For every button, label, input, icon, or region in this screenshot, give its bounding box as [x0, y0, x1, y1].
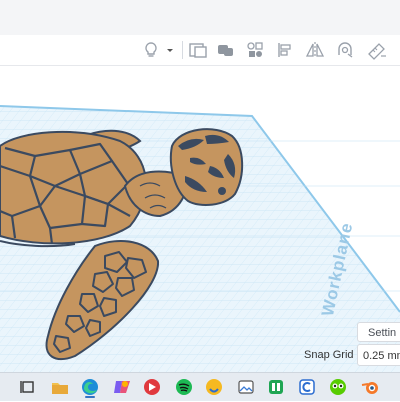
file-explorer-icon[interactable]	[50, 377, 70, 397]
snap-grid-label: Snap Grid	[304, 349, 354, 361]
snap-grid-select[interactable]: 0.25 mm	[357, 344, 400, 366]
align-icon[interactable]	[274, 40, 296, 60]
mirror-icon[interactable]	[304, 40, 326, 60]
spotify-icon[interactable]	[174, 377, 194, 397]
app-c-icon[interactable]	[297, 377, 317, 397]
app-green-icon[interactable]	[266, 377, 286, 397]
app-photos-icon[interactable]	[236, 377, 256, 397]
copilot-icon[interactable]	[112, 377, 132, 397]
editor-toolbar	[0, 35, 400, 66]
group-icon[interactable]	[215, 40, 237, 60]
windows-taskbar	[0, 372, 400, 401]
cruise-icon[interactable]	[334, 40, 356, 60]
note-icon[interactable]	[187, 40, 209, 60]
ruler-icon[interactable]	[366, 40, 388, 60]
ungroup-icon[interactable]	[244, 40, 266, 60]
active-indicator	[85, 396, 95, 398]
app-duo-icon[interactable]	[328, 377, 348, 397]
app-red-icon[interactable]	[142, 377, 162, 397]
blender-icon[interactable]	[360, 377, 380, 397]
lightbulb-icon[interactable]	[140, 40, 162, 60]
settings-button[interactable]: Settin	[357, 322, 400, 342]
workplane-viewport[interactable]: Workplane	[0, 66, 400, 372]
dropdown-icon[interactable]	[163, 40, 177, 60]
task-view-icon[interactable]	[18, 377, 38, 397]
toolbar-divider	[182, 41, 183, 59]
edge-icon[interactable]	[80, 377, 100, 398]
browser-top-bar	[0, 0, 400, 36]
app-yellow-icon[interactable]	[204, 377, 224, 397]
